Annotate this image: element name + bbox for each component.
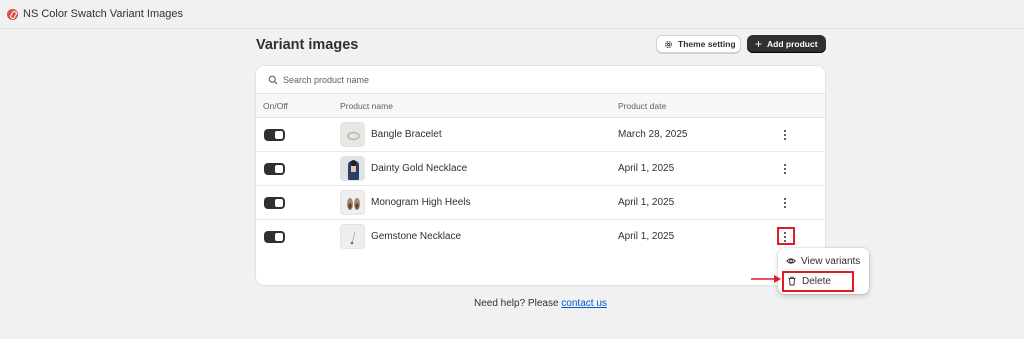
search-input[interactable] xyxy=(283,74,683,85)
menu-item-view-variants[interactable]: View variants xyxy=(786,254,860,268)
app-title: NS Color Swatch Variant Images xyxy=(23,8,183,20)
annotation-highlight-box xyxy=(782,271,854,292)
header-product-name: Product name xyxy=(340,101,393,111)
eye-icon xyxy=(786,258,796,264)
product-name: Dainty Gold Necklace xyxy=(371,163,468,174)
necklace-model-thumbnail xyxy=(340,156,365,181)
search-bar xyxy=(256,66,825,94)
contact-us-link[interactable]: contact us xyxy=(561,298,607,309)
products-card: On/Off Product name Product date Bangle … xyxy=(256,66,825,285)
theme-setting-button[interactable]: Theme setting xyxy=(656,35,741,53)
table-header: On/Off Product name Product date xyxy=(256,94,825,118)
help-text: Need help? Please xyxy=(474,298,562,309)
product-name: Bangle Bracelet xyxy=(371,129,442,140)
product-date: March 28, 2025 xyxy=(618,129,688,140)
product-date: April 1, 2025 xyxy=(618,163,675,174)
gear-icon xyxy=(665,40,672,48)
plus-icon: + xyxy=(755,37,763,51)
bracelet-thumbnail xyxy=(340,122,365,147)
enabled-toggle[interactable] xyxy=(264,231,285,243)
more-actions-button[interactable] xyxy=(778,160,792,177)
product-date: April 1, 2025 xyxy=(618,231,675,242)
header-product-date: Product date xyxy=(618,101,667,111)
header-onoff: On/Off xyxy=(263,101,288,111)
enabled-toggle[interactable] xyxy=(264,129,285,141)
help-footer: Need help? Please contact us xyxy=(474,298,607,309)
app-logo-icon xyxy=(7,9,18,20)
app-topbar: NS Color Swatch Variant Images xyxy=(0,0,1024,29)
theme-setting-label: Theme setting xyxy=(678,39,736,49)
heels-thumbnail xyxy=(340,190,365,215)
enabled-toggle[interactable] xyxy=(264,163,285,175)
add-product-label: Add product xyxy=(767,39,818,49)
product-name: Gemstone Necklace xyxy=(371,231,462,242)
product-name: Monogram High Heels xyxy=(371,197,471,208)
more-actions-button[interactable] xyxy=(778,194,792,211)
table-row: Bangle Bracelet March 28, 2025 xyxy=(256,118,825,152)
table-row: Gemstone Necklace April 1, 2025 xyxy=(256,220,825,254)
gemstone-thumbnail xyxy=(340,224,365,249)
enabled-toggle[interactable] xyxy=(264,197,285,209)
search-icon xyxy=(268,75,278,84)
product-date: April 1, 2025 xyxy=(618,197,675,208)
annotation-highlight-box xyxy=(777,227,795,245)
add-product-button[interactable]: + Add product xyxy=(747,35,826,53)
view-variants-label: View variants xyxy=(801,255,861,267)
more-actions-button[interactable] xyxy=(778,126,792,143)
page-title: Variant images xyxy=(256,37,359,53)
annotation-arrow-icon xyxy=(751,275,781,283)
table-row: Dainty Gold Necklace April 1, 2025 xyxy=(256,152,825,186)
table-row: Monogram High Heels April 1, 2025 xyxy=(256,186,825,220)
